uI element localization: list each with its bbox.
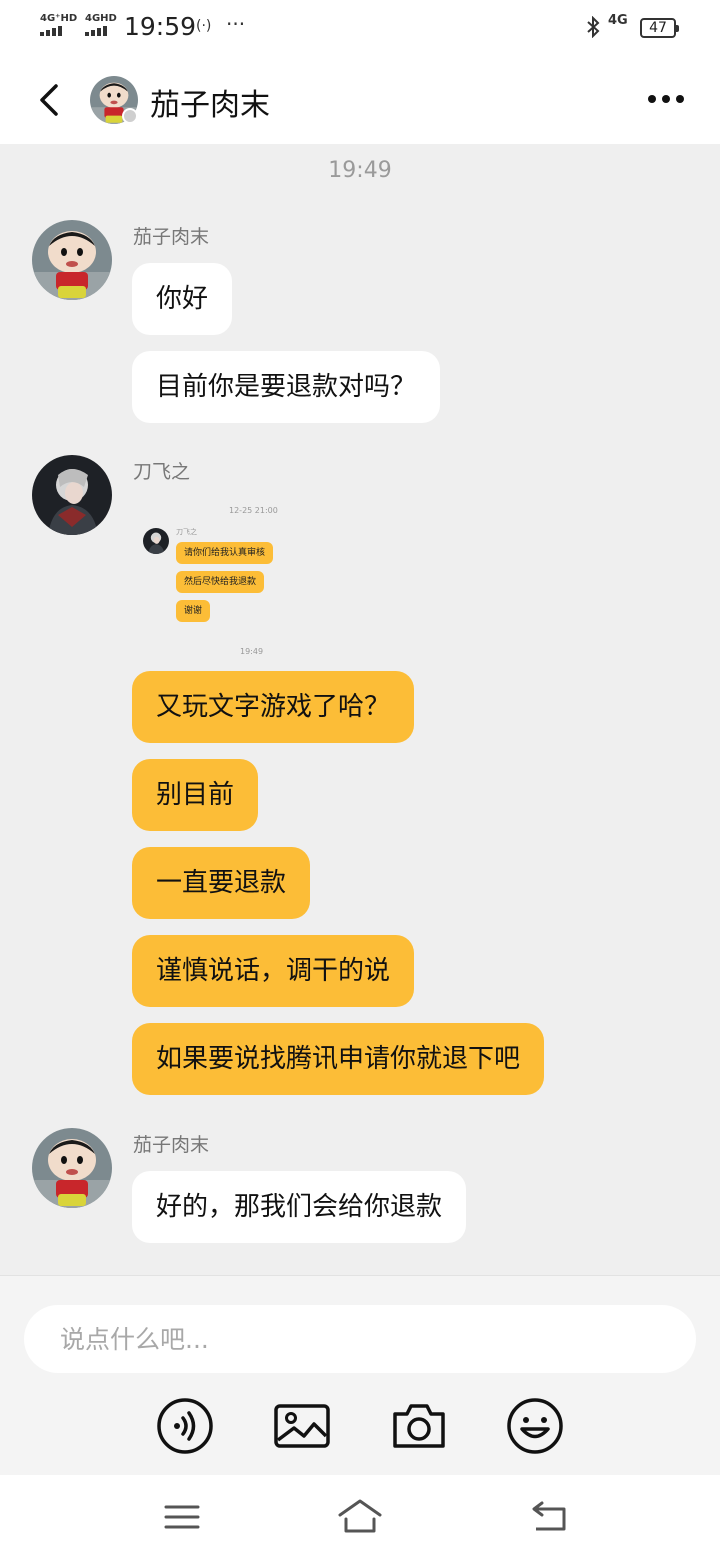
back-button[interactable] xyxy=(30,80,70,120)
avatar[interactable] xyxy=(32,1128,112,1208)
camera-button[interactable] xyxy=(389,1396,449,1456)
more-dots-icon xyxy=(648,95,656,103)
message-bubble[interactable]: 谨慎说话，调干的说 xyxy=(132,935,415,1007)
message-bubble[interactable]: 如果要说找腾讯申请你就退下吧 xyxy=(132,1023,545,1095)
image-button[interactable] xyxy=(272,1396,332,1456)
battery-icon: 47 xyxy=(640,18,679,38)
emoji-button[interactable] xyxy=(505,1396,565,1456)
message-bubble[interactable]: 好的，那我们会给你退款 xyxy=(132,1171,467,1243)
message-bubble[interactable]: 别目前 xyxy=(132,759,259,831)
signal-icon-2: 4GHD xyxy=(85,14,117,36)
image-cut-timestamp: 19:49 xyxy=(240,647,264,656)
hotspot-icon: (·) xyxy=(196,18,212,34)
back-icon xyxy=(532,1501,566,1531)
chat-header: 茄子肉末 xyxy=(0,56,720,144)
voice-icon xyxy=(157,1398,213,1454)
message-input[interactable] xyxy=(24,1305,696,1373)
voice-button[interactable] xyxy=(155,1396,215,1456)
home-button[interactable] xyxy=(336,1497,384,1537)
page-title: 茄子肉末 xyxy=(150,88,270,123)
image-sender: 刀飞之 xyxy=(176,528,197,536)
input-area xyxy=(0,1275,720,1475)
sender-name: 茄子肉末 xyxy=(133,1134,210,1156)
signal-icon: 4G⁺HD xyxy=(40,14,77,36)
message-bubble[interactable]: 一直要退款 xyxy=(132,847,311,919)
message-bubble[interactable]: 又玩文字游戏了哈？ xyxy=(132,671,415,743)
avatar[interactable] xyxy=(32,455,112,535)
camera-icon xyxy=(393,1404,445,1448)
image-avatar xyxy=(143,528,169,554)
avatar[interactable] xyxy=(32,220,112,300)
emoji-icon xyxy=(507,1398,563,1454)
message-bubble[interactable]: 你好 xyxy=(132,263,233,335)
bluetooth-icon xyxy=(586,15,600,43)
presence-indicator xyxy=(122,108,138,124)
menu-button[interactable] xyxy=(160,1497,204,1537)
chevron-left-icon xyxy=(40,84,58,116)
menu-icon xyxy=(164,1505,200,1529)
home-icon xyxy=(338,1499,382,1533)
sender-name: 茄子肉末 xyxy=(133,226,210,248)
more-notifications-icon: ··· xyxy=(226,12,246,36)
image-message: 谢谢 xyxy=(176,600,211,622)
status-time: 19:59 xyxy=(124,12,197,41)
image-message: 然后尽快给我退款 xyxy=(176,571,265,593)
image-icon xyxy=(274,1404,330,1448)
sender-name: 刀飞之 xyxy=(133,461,191,483)
image-timestamp: 12-25 21:00 xyxy=(229,506,278,515)
message-timestamp: 19:49 xyxy=(328,158,392,183)
system-nav-bar xyxy=(0,1475,720,1560)
more-options-button[interactable] xyxy=(644,86,688,112)
back-nav-button[interactable] xyxy=(526,1497,570,1537)
message-input-wrapper xyxy=(24,1305,696,1373)
mobile-data-icon: 4G xyxy=(608,13,628,28)
screenshot-image[interactable]: 12-25 21:00 刀飞之 请你们给我认真审核 然后尽快给我退款 谢谢 19… xyxy=(132,498,292,656)
message-bubble[interactable]: 目前你是要退款对吗？ xyxy=(132,351,441,423)
image-message: 请你们给我认真审核 xyxy=(176,542,274,564)
status-bar: 4G⁺HD 4GHD 19:59 (·) ··· 4G 47 xyxy=(0,0,720,56)
